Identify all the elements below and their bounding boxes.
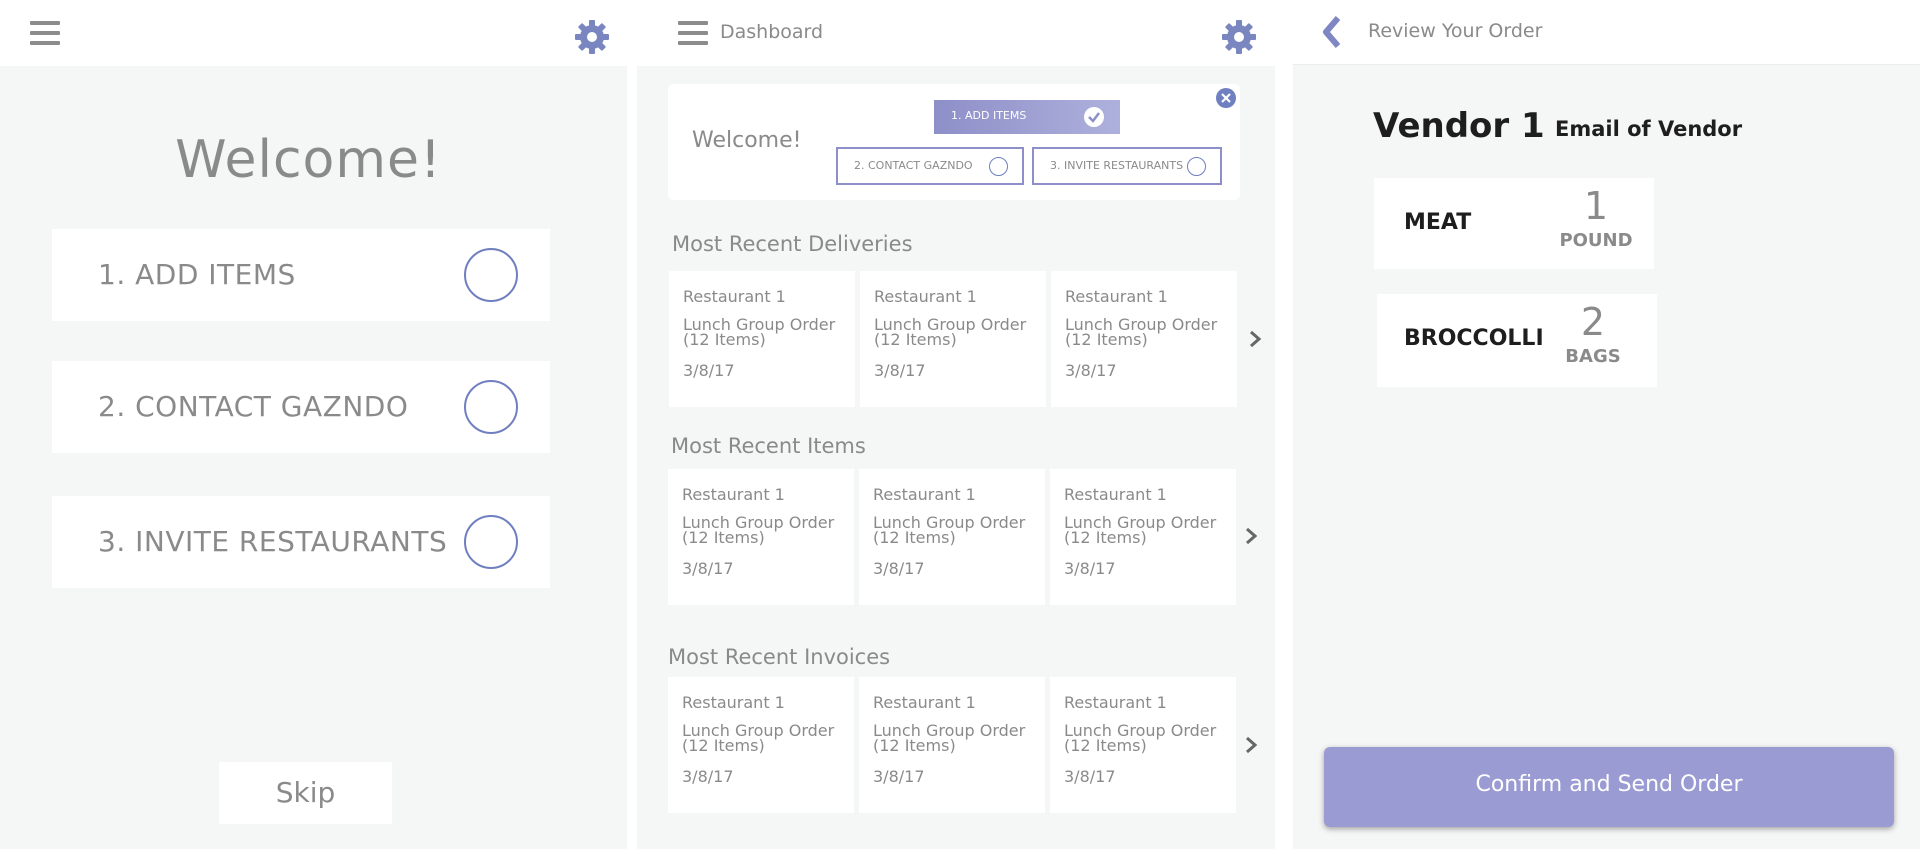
onboarding-step-contact-gazndo[interactable]: 2. CONTACT GAZNDO bbox=[52, 361, 550, 453]
onboarding-step-add-items[interactable]: 1. ADD ITEMS bbox=[52, 229, 550, 321]
step-label: 2. CONTACT GAZNDO bbox=[98, 390, 409, 423]
welcome-box: Welcome! 1. ADD ITEMS 2. CONTACT GAZNDO … bbox=[668, 84, 1240, 200]
step-label: 1. ADD ITEMS bbox=[951, 109, 1027, 122]
section-title-invoices: Most Recent Invoices bbox=[668, 645, 891, 669]
step-status-circle-icon bbox=[989, 157, 1008, 176]
close-circle-icon[interactable] bbox=[1215, 87, 1237, 109]
section-title-items: Most Recent Items bbox=[671, 434, 866, 458]
onboarding-title: Welcome! bbox=[175, 130, 442, 190]
card-restaurant: Restaurant 1 bbox=[873, 485, 976, 504]
delivery-card[interactable]: Restaurant 1 Lunch Group Order (12 Items… bbox=[860, 271, 1046, 407]
card-restaurant: Restaurant 1 bbox=[874, 287, 977, 306]
delivery-card[interactable]: Restaurant 1 Lunch Group Order (12 Items… bbox=[669, 271, 855, 407]
card-order: Lunch Group Order (12 Items) bbox=[873, 513, 1026, 547]
review-topbar: Review Your Order bbox=[1293, 0, 1920, 65]
vendor-email[interactable]: Email of Vendor bbox=[1555, 117, 1742, 141]
card-order: Lunch Group Order (12 Items) bbox=[1064, 721, 1217, 755]
item-name: MEAT bbox=[1404, 210, 1472, 235]
chevron-right-icon[interactable] bbox=[1244, 527, 1258, 545]
review-title: Review Your Order bbox=[1368, 20, 1543, 42]
step-status-circle-icon bbox=[464, 515, 518, 569]
dashboard-title: Dashboard bbox=[720, 21, 824, 43]
step-label: 2. CONTACT GAZNDO bbox=[854, 159, 973, 172]
card-restaurant: Restaurant 1 bbox=[683, 287, 786, 306]
dashboard-topbar: Dashboard bbox=[627, 0, 1275, 66]
card-restaurant: Restaurant 1 bbox=[873, 693, 976, 712]
review-panel: Review Your Order Vendor 1 Email of Vend… bbox=[1293, 0, 1920, 849]
onboarding-step-invite-restaurants[interactable]: 3. INVITE RESTAURANTS bbox=[52, 496, 550, 588]
order-item-meat[interactable]: MEAT 1 POUND bbox=[1374, 178, 1654, 269]
card-order: Lunch Group Order (12 Items) bbox=[682, 513, 835, 547]
step-label: 3. INVITE RESTAURANTS bbox=[98, 525, 448, 558]
item-qty: 2 bbox=[1580, 300, 1606, 344]
step-label: 1. ADD ITEMS bbox=[98, 258, 296, 291]
vendor-name: Vendor 1 bbox=[1373, 106, 1545, 146]
invoice-card[interactable]: Restaurant 1 Lunch Group Order (12 Items… bbox=[859, 677, 1045, 813]
card-order: Lunch Group Order (12 Items) bbox=[873, 721, 1026, 755]
card-restaurant: Restaurant 1 bbox=[682, 693, 785, 712]
item-card[interactable]: Restaurant 1 Lunch Group Order (12 Items… bbox=[859, 469, 1045, 605]
chevron-right-icon[interactable] bbox=[1244, 736, 1258, 754]
onboarding-topbar bbox=[0, 0, 627, 66]
card-date: 3/8/17 bbox=[1065, 361, 1117, 380]
check-circle-icon bbox=[1084, 107, 1104, 127]
skip-button[interactable]: Skip bbox=[219, 762, 392, 824]
card-date: 3/8/17 bbox=[873, 767, 925, 786]
card-order: Lunch Group Order (12 Items) bbox=[874, 315, 1027, 349]
card-date: 3/8/17 bbox=[682, 767, 734, 786]
welcome-step-invite-restaurants[interactable]: 3. INVITE RESTAURANTS bbox=[1032, 147, 1222, 185]
card-restaurant: Restaurant 1 bbox=[1064, 485, 1167, 504]
card-restaurant: Restaurant 1 bbox=[1065, 287, 1168, 306]
step-status-circle-icon bbox=[464, 380, 518, 434]
gear-icon[interactable] bbox=[1220, 18, 1258, 56]
card-order: Lunch Group Order (12 Items) bbox=[682, 721, 835, 755]
card-date: 3/8/17 bbox=[683, 361, 735, 380]
step-status-circle-icon bbox=[1187, 157, 1206, 176]
card-restaurant: Restaurant 1 bbox=[1064, 693, 1167, 712]
card-restaurant: Restaurant 1 bbox=[682, 485, 785, 504]
card-date: 3/8/17 bbox=[1064, 767, 1116, 786]
card-order: Lunch Group Order (12 Items) bbox=[683, 315, 836, 349]
step-label: 3. INVITE RESTAURANTS bbox=[1050, 159, 1184, 172]
item-card[interactable]: Restaurant 1 Lunch Group Order (12 Items… bbox=[668, 469, 854, 605]
order-item-broccolli[interactable]: BROCCOLLI 2 BAGS bbox=[1377, 294, 1657, 387]
delivery-card[interactable]: Restaurant 1 Lunch Group Order (12 Items… bbox=[1051, 271, 1237, 407]
item-unit: POUND bbox=[1559, 230, 1633, 251]
item-card[interactable]: Restaurant 1 Lunch Group Order (12 Items… bbox=[1050, 469, 1236, 605]
card-date: 3/8/17 bbox=[682, 559, 734, 578]
invoice-card[interactable]: Restaurant 1 Lunch Group Order (12 Items… bbox=[668, 677, 854, 813]
dashboard-panel: Dashboard Welcome! 1. ADD ITEMS 2. CONTA… bbox=[627, 0, 1275, 849]
invoice-card[interactable]: Restaurant 1 Lunch Group Order (12 Items… bbox=[1050, 677, 1236, 813]
hamburger-icon[interactable] bbox=[678, 21, 708, 45]
welcome-title: Welcome! bbox=[692, 128, 802, 153]
item-qty: 1 bbox=[1583, 184, 1609, 228]
card-date: 3/8/17 bbox=[1064, 559, 1116, 578]
hamburger-icon[interactable] bbox=[30, 21, 60, 45]
card-order: Lunch Group Order (12 Items) bbox=[1065, 315, 1218, 349]
gear-icon[interactable] bbox=[573, 18, 611, 56]
card-order: Lunch Group Order (12 Items) bbox=[1064, 513, 1217, 547]
item-unit: BAGS bbox=[1565, 346, 1621, 367]
section-title-deliveries: Most Recent Deliveries bbox=[672, 232, 913, 256]
onboarding-panel: Welcome! 1. ADD ITEMS 2. CONTACT GAZNDO … bbox=[0, 0, 627, 849]
chevron-right-icon[interactable] bbox=[1248, 330, 1262, 348]
card-date: 3/8/17 bbox=[874, 361, 926, 380]
welcome-step-contact-gazndo[interactable]: 2. CONTACT GAZNDO bbox=[836, 147, 1024, 185]
step-status-circle-icon bbox=[464, 248, 518, 302]
chevron-left-icon[interactable] bbox=[1321, 15, 1343, 49]
item-name: BROCCOLLI bbox=[1404, 326, 1544, 351]
confirm-and-send-order-button[interactable]: Confirm and Send Order bbox=[1324, 747, 1894, 827]
welcome-step-add-items[interactable]: 1. ADD ITEMS bbox=[934, 100, 1120, 134]
card-date: 3/8/17 bbox=[873, 559, 925, 578]
